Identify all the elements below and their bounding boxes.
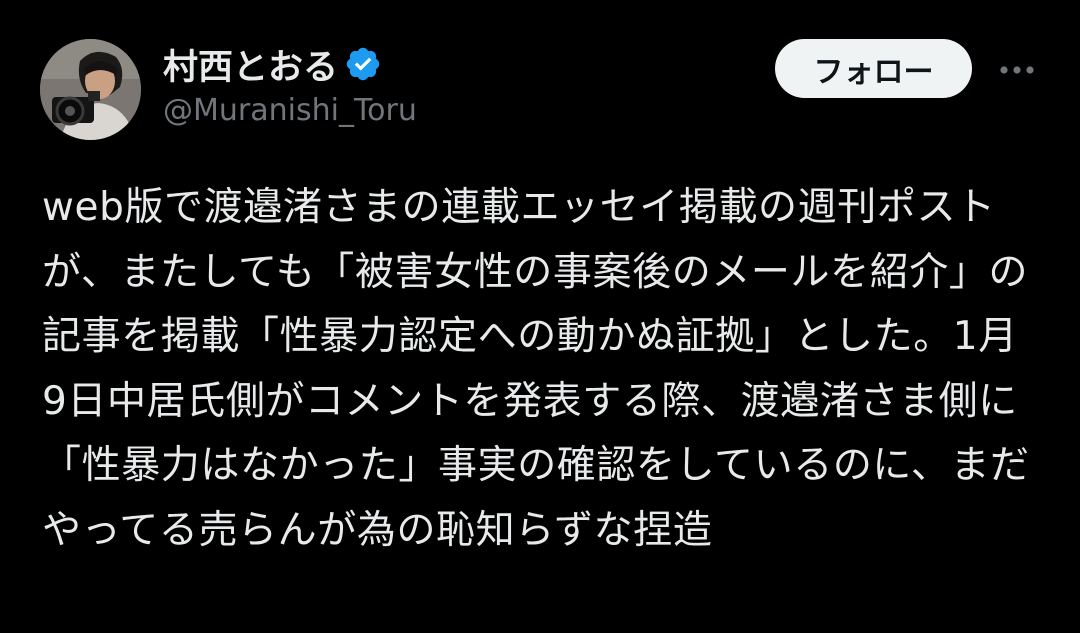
- author-handle[interactable]: @Muranishi_Toru: [163, 93, 417, 128]
- more-options-icon[interactable]: [992, 50, 1042, 90]
- verified-badge-icon: [344, 45, 382, 83]
- avatar[interactable]: [40, 39, 141, 140]
- author-display-name[interactable]: 村西とおる: [163, 39, 338, 90]
- follow-button[interactable]: フォロー: [775, 39, 972, 98]
- post-text: web版で渡邉渚さまの連載エッセイ掲載の週刊ポストが、またしても「被害女性の事案…: [42, 185, 1030, 553]
- author-name-row[interactable]: 村西とおる: [163, 42, 382, 88]
